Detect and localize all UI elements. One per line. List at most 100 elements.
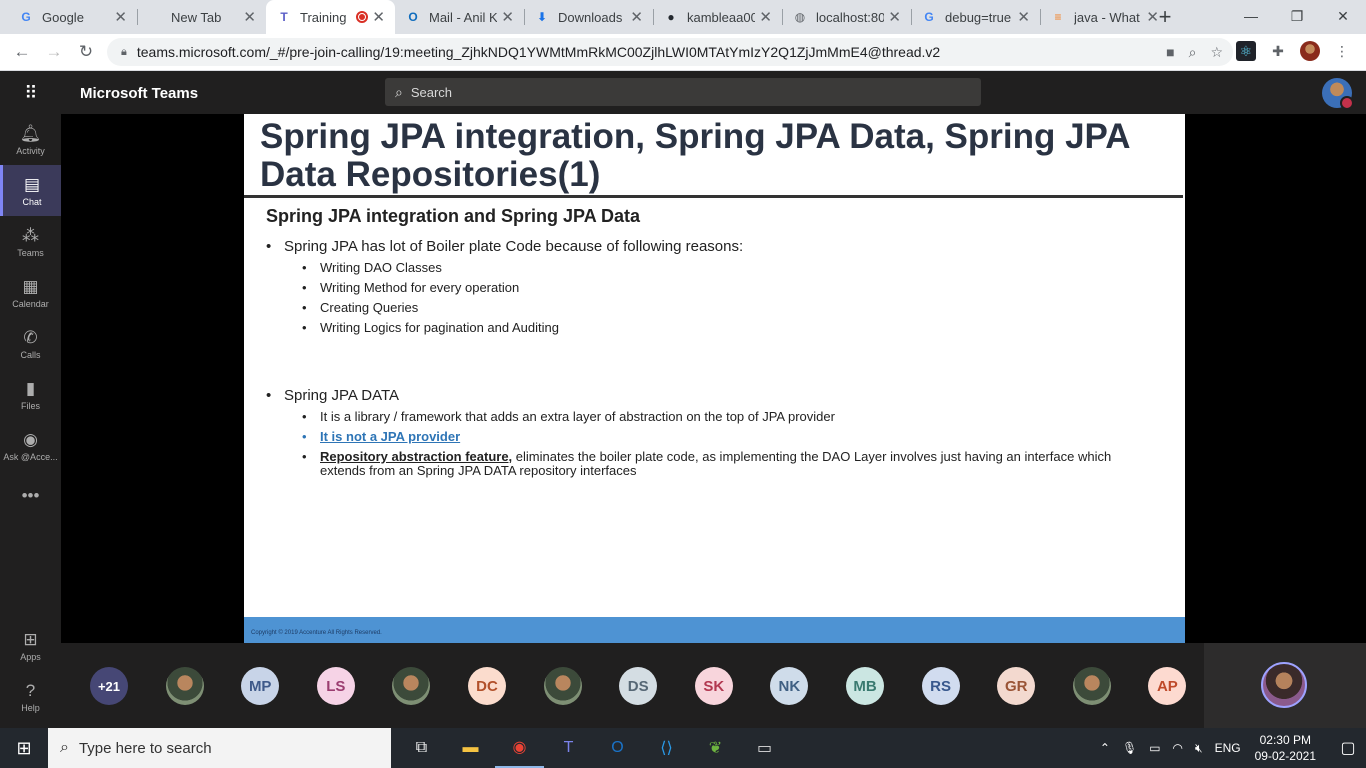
- browser-tab[interactable]: G Google ✕: [8, 0, 137, 34]
- app-launcher-icon[interactable]: ⠿: [0, 83, 62, 104]
- search-icon: ⌕: [60, 739, 69, 756]
- volume-muted-icon[interactable]: 🔇︎: [1195, 741, 1203, 756]
- mysql-icon[interactable]: ▭: [740, 728, 789, 768]
- forward-icon[interactable]: →: [38, 36, 70, 68]
- rail-item-calls[interactable]: ✆ Calls: [0, 318, 61, 369]
- participant-avatar[interactable]: MB: [846, 667, 884, 705]
- task-view-icon[interactable]: ⧉: [397, 728, 446, 768]
- browser-tab[interactable]: ◍ localhost:80 ✕: [782, 0, 911, 34]
- taskbar-search[interactable]: ⌕ Type here to search: [48, 728, 391, 768]
- close-tab-icon[interactable]: ✕: [243, 8, 256, 26]
- camera-icon[interactable]: ■: [1166, 44, 1174, 60]
- close-tab-icon[interactable]: ✕: [630, 8, 643, 26]
- rail-item-calendar[interactable]: ▦ Calendar: [0, 267, 61, 318]
- vscode-icon[interactable]: ⟨⟩: [642, 728, 691, 768]
- microphone-icon[interactable]: 🎙︎: [1122, 741, 1137, 755]
- rail-label: Files: [20, 400, 40, 411]
- rail-label: Calls: [20, 349, 41, 360]
- teams-search-input[interactable]: ⌕ Search: [385, 78, 981, 106]
- profile-icon[interactable]: [1300, 41, 1320, 61]
- close-tab-icon[interactable]: ✕: [372, 8, 385, 26]
- teams-app-rail: 🔔︎ Activity ▤ Chat ⁂ Teams ▦ Calendar ✆ Calls ▮ Fil…: [0, 114, 61, 728]
- notification-icon[interactable]: ▢: [1330, 738, 1366, 758]
- rail-bottom: ⊞ Apps? Help: [0, 620, 61, 722]
- minimize-icon[interactable]: —: [1228, 0, 1274, 32]
- browser-tab[interactable]: T Training ✕: [266, 0, 395, 34]
- rail-item-activity[interactable]: 🔔︎ Activity: [0, 114, 61, 165]
- participant-avatar[interactable]: LS: [316, 667, 355, 705]
- bullet-library: It is a library / framework that adds an…: [266, 410, 1146, 425]
- teams-header: ⠿ Microsoft Teams ⌕ Search: [0, 72, 1366, 114]
- participant-avatar[interactable]: [392, 667, 431, 705]
- not-jpa-provider-link[interactable]: It is not a JPA provider: [320, 429, 460, 444]
- maximize-icon[interactable]: ❐: [1274, 0, 1320, 32]
- rail-item-help[interactable]: ? Help: [0, 671, 61, 722]
- close-tab-icon[interactable]: ✕: [759, 8, 772, 26]
- presentation-slide: Spring JPA integration, Spring JPA Data,…: [244, 114, 1185, 643]
- participant-avatar[interactable]: [1072, 667, 1111, 705]
- battery-icon[interactable]: ▭: [1149, 741, 1160, 755]
- close-tab-icon[interactable]: ✕: [114, 8, 127, 26]
- recording-icon: [356, 11, 369, 23]
- rail-item-chat[interactable]: ▤ Chat: [0, 165, 61, 216]
- close-window-icon[interactable]: ✕: [1320, 0, 1366, 32]
- self-avatar: [1261, 662, 1307, 708]
- participant-avatar[interactable]: RS: [921, 667, 960, 705]
- participant-avatar[interactable]: [543, 667, 582, 705]
- participant-avatar[interactable]: DS: [619, 667, 658, 705]
- participant-avatar[interactable]: GR: [997, 667, 1036, 705]
- bookmark-star-icon[interactable]: ☆: [1210, 44, 1223, 61]
- wifi-icon[interactable]: ◠: [1173, 741, 1183, 755]
- participant-avatar[interactable]: SK: [694, 667, 733, 705]
- title-divider: [244, 195, 1183, 198]
- close-tab-icon[interactable]: ✕: [888, 8, 901, 26]
- self-video-tile[interactable]: [1204, 643, 1366, 728]
- browser-tab[interactable]: ⬇ Downloads ✕: [524, 0, 653, 34]
- browser-tab[interactable]: ● kambleaa00 ✕: [653, 0, 782, 34]
- url-text: teams.microsoft.com/_#/pre-join-calling/…: [136, 44, 941, 60]
- new-tab-button[interactable]: +: [1147, 0, 1183, 34]
- close-tab-icon[interactable]: ✕: [1017, 8, 1030, 26]
- menu-kebab-icon[interactable]: ⋮: [1332, 41, 1352, 61]
- sub-bullet: Writing Method for every operation: [266, 281, 1146, 296]
- spring-icon[interactable]: ❦: [691, 728, 740, 768]
- language-indicator[interactable]: ENG: [1215, 741, 1241, 755]
- participant-avatar[interactable]: DC: [468, 667, 506, 705]
- extensions-puzzle-icon[interactable]: ✚: [1268, 41, 1288, 61]
- participant-avatar[interactable]: NK: [770, 667, 809, 705]
- participants-strip: +21 MP LS DC DS SK NK MB RS GR AP: [61, 643, 1366, 728]
- back-icon[interactable]: ←: [6, 36, 38, 68]
- browser-tab[interactable]: Gdebug=true ✕: [911, 0, 1040, 34]
- rail-item-ask-acce[interactable]: ◉ Ask @Acce...: [0, 420, 61, 471]
- omnibox[interactable]: 🔒︎ teams.microsoft.com/_#/pre-join-calli…: [107, 38, 1233, 66]
- outlook-app-icon[interactable]: O: [593, 728, 642, 768]
- github-icon: ●: [667, 10, 675, 24]
- teams-app-icon[interactable]: T: [544, 728, 593, 768]
- rail-item-teams[interactable]: ⁂ Teams: [0, 216, 61, 267]
- tab-title: Downloads: [558, 9, 623, 25]
- windows-start-icon[interactable]: ⊞: [0, 728, 48, 768]
- more-participants-button[interactable]: +21: [90, 667, 128, 705]
- clock[interactable]: 02:30 PM 09-02-2021: [1255, 732, 1316, 764]
- chevron-up-icon[interactable]: ⌃: [1100, 741, 1110, 755]
- participant-avatar[interactable]: [165, 667, 204, 705]
- rail-item-more[interactable]: •••: [0, 471, 61, 522]
- chrome-icon[interactable]: ◉: [495, 728, 544, 768]
- browser-tab[interactable]: New Tab ✕: [137, 0, 266, 34]
- clock-date: 09-02-2021: [1254, 749, 1316, 763]
- rail-label: Chat: [22, 196, 42, 207]
- browser-tab[interactable]: O Mail - Anil K ✕: [395, 0, 524, 34]
- zoom-icon[interactable]: ⌕: [1189, 44, 1197, 61]
- reload-icon[interactable]: ↻: [70, 36, 102, 68]
- participant-avatar[interactable]: AP: [1148, 667, 1187, 705]
- user-avatar[interactable]: [1322, 78, 1354, 110]
- bullet-boilerplate: Spring JPA has lot of Boiler plate Code …: [266, 238, 1146, 255]
- rail-item-apps[interactable]: ⊞ Apps: [0, 620, 61, 671]
- close-tab-icon[interactable]: ✕: [501, 8, 514, 26]
- file-explorer-icon[interactable]: ▬: [446, 728, 495, 768]
- rail-item-files[interactable]: ▮ Files: [0, 369, 61, 420]
- react-devtools-icon[interactable]: ⚛: [1236, 41, 1256, 61]
- participant-avatar[interactable]: MP: [241, 667, 280, 705]
- bell-icon: 🔔︎: [19, 123, 42, 143]
- slide-footer: Copyright © 2019 Accenture All Rights Re…: [244, 617, 1185, 643]
